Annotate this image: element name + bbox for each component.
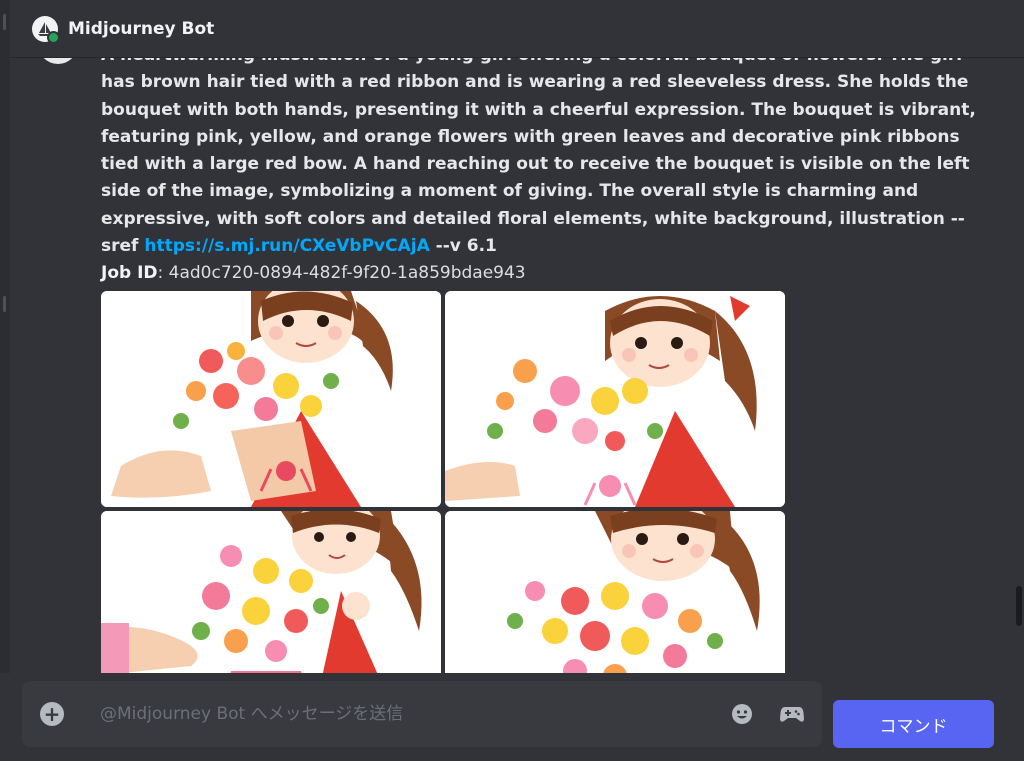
version-flag: --v 6.1 bbox=[435, 236, 497, 257]
prompt-text: A heartwarming illustration of a young g… bbox=[101, 42, 981, 260]
job-id-value: : 4ad0c720-0894-482f-9f20-1a859bdae943 bbox=[157, 263, 526, 284]
strip-marker bbox=[3, 296, 6, 312]
message-input[interactable] bbox=[98, 703, 704, 725]
strip-marker bbox=[3, 14, 6, 30]
prompt-body: brown hair tied with a red ribbon and is… bbox=[101, 72, 976, 257]
bot-avatar[interactable] bbox=[32, 15, 60, 44]
sref-link[interactable]: https://s.mj.run/CXeVbPvCAjA bbox=[144, 236, 429, 256]
server-list-edge bbox=[0, 0, 10, 756]
emoji-icon[interactable] bbox=[730, 702, 754, 726]
generated-image-2[interactable] bbox=[445, 291, 785, 507]
online-status-dot bbox=[47, 30, 60, 44]
generated-image-1[interactable] bbox=[101, 291, 441, 507]
gamepad-icon[interactable] bbox=[780, 702, 804, 726]
message-composer: + bbox=[22, 681, 822, 747]
command-button[interactable]: コマンド bbox=[833, 700, 994, 748]
message-scrollbar[interactable] bbox=[1014, 58, 1024, 698]
job-id-line: Job ID: 4ad0c720-0894-482f-9f20-1a859bda… bbox=[101, 260, 981, 287]
plus-circle-icon[interactable]: + bbox=[40, 702, 64, 726]
channel-title: Midjourney Bot bbox=[68, 18, 215, 39]
scrollbar-thumb[interactable] bbox=[1016, 586, 1022, 626]
job-id-label: Job ID bbox=[101, 263, 158, 284]
channel-header: Midjourney Bot bbox=[10, 0, 1024, 58]
message-body: A heartwarming illustration of a young g… bbox=[101, 42, 981, 315]
